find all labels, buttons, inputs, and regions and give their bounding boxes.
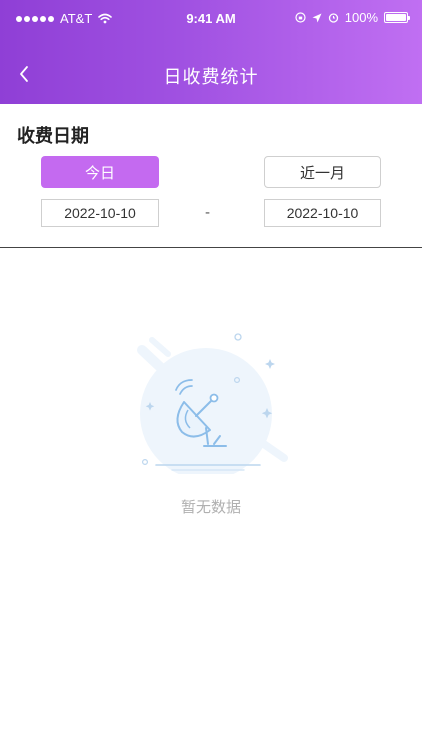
header: AT&T 9:41 AM 100% 日收费统计 [0, 0, 422, 104]
today-button[interactable]: 今日 [41, 156, 159, 188]
rotation-lock-icon [295, 12, 306, 23]
divider [0, 247, 422, 248]
battery-percent: 100% [344, 10, 378, 25]
date-separator: - [205, 205, 211, 221]
battery-icon [384, 12, 410, 23]
satellite-dish-icon [137, 333, 288, 474]
status-bar: AT&T 9:41 AM 100% [0, 0, 422, 38]
status-right: 100% [295, 10, 410, 25]
nav-bar: 日收费统计 [0, 46, 422, 102]
last-month-button[interactable]: 近一月 [264, 156, 381, 188]
alarm-icon [328, 13, 338, 23]
start-date-field[interactable]: 2022-10-10 [41, 199, 159, 227]
page-title: 日收费统计 [163, 67, 259, 88]
empty-state-message: 暂无数据 [180, 498, 241, 516]
end-date-field[interactable]: 2022-10-10 [264, 199, 381, 227]
charge-date-heading: 收费日期 [17, 126, 89, 147]
location-arrow-icon [312, 13, 322, 22]
